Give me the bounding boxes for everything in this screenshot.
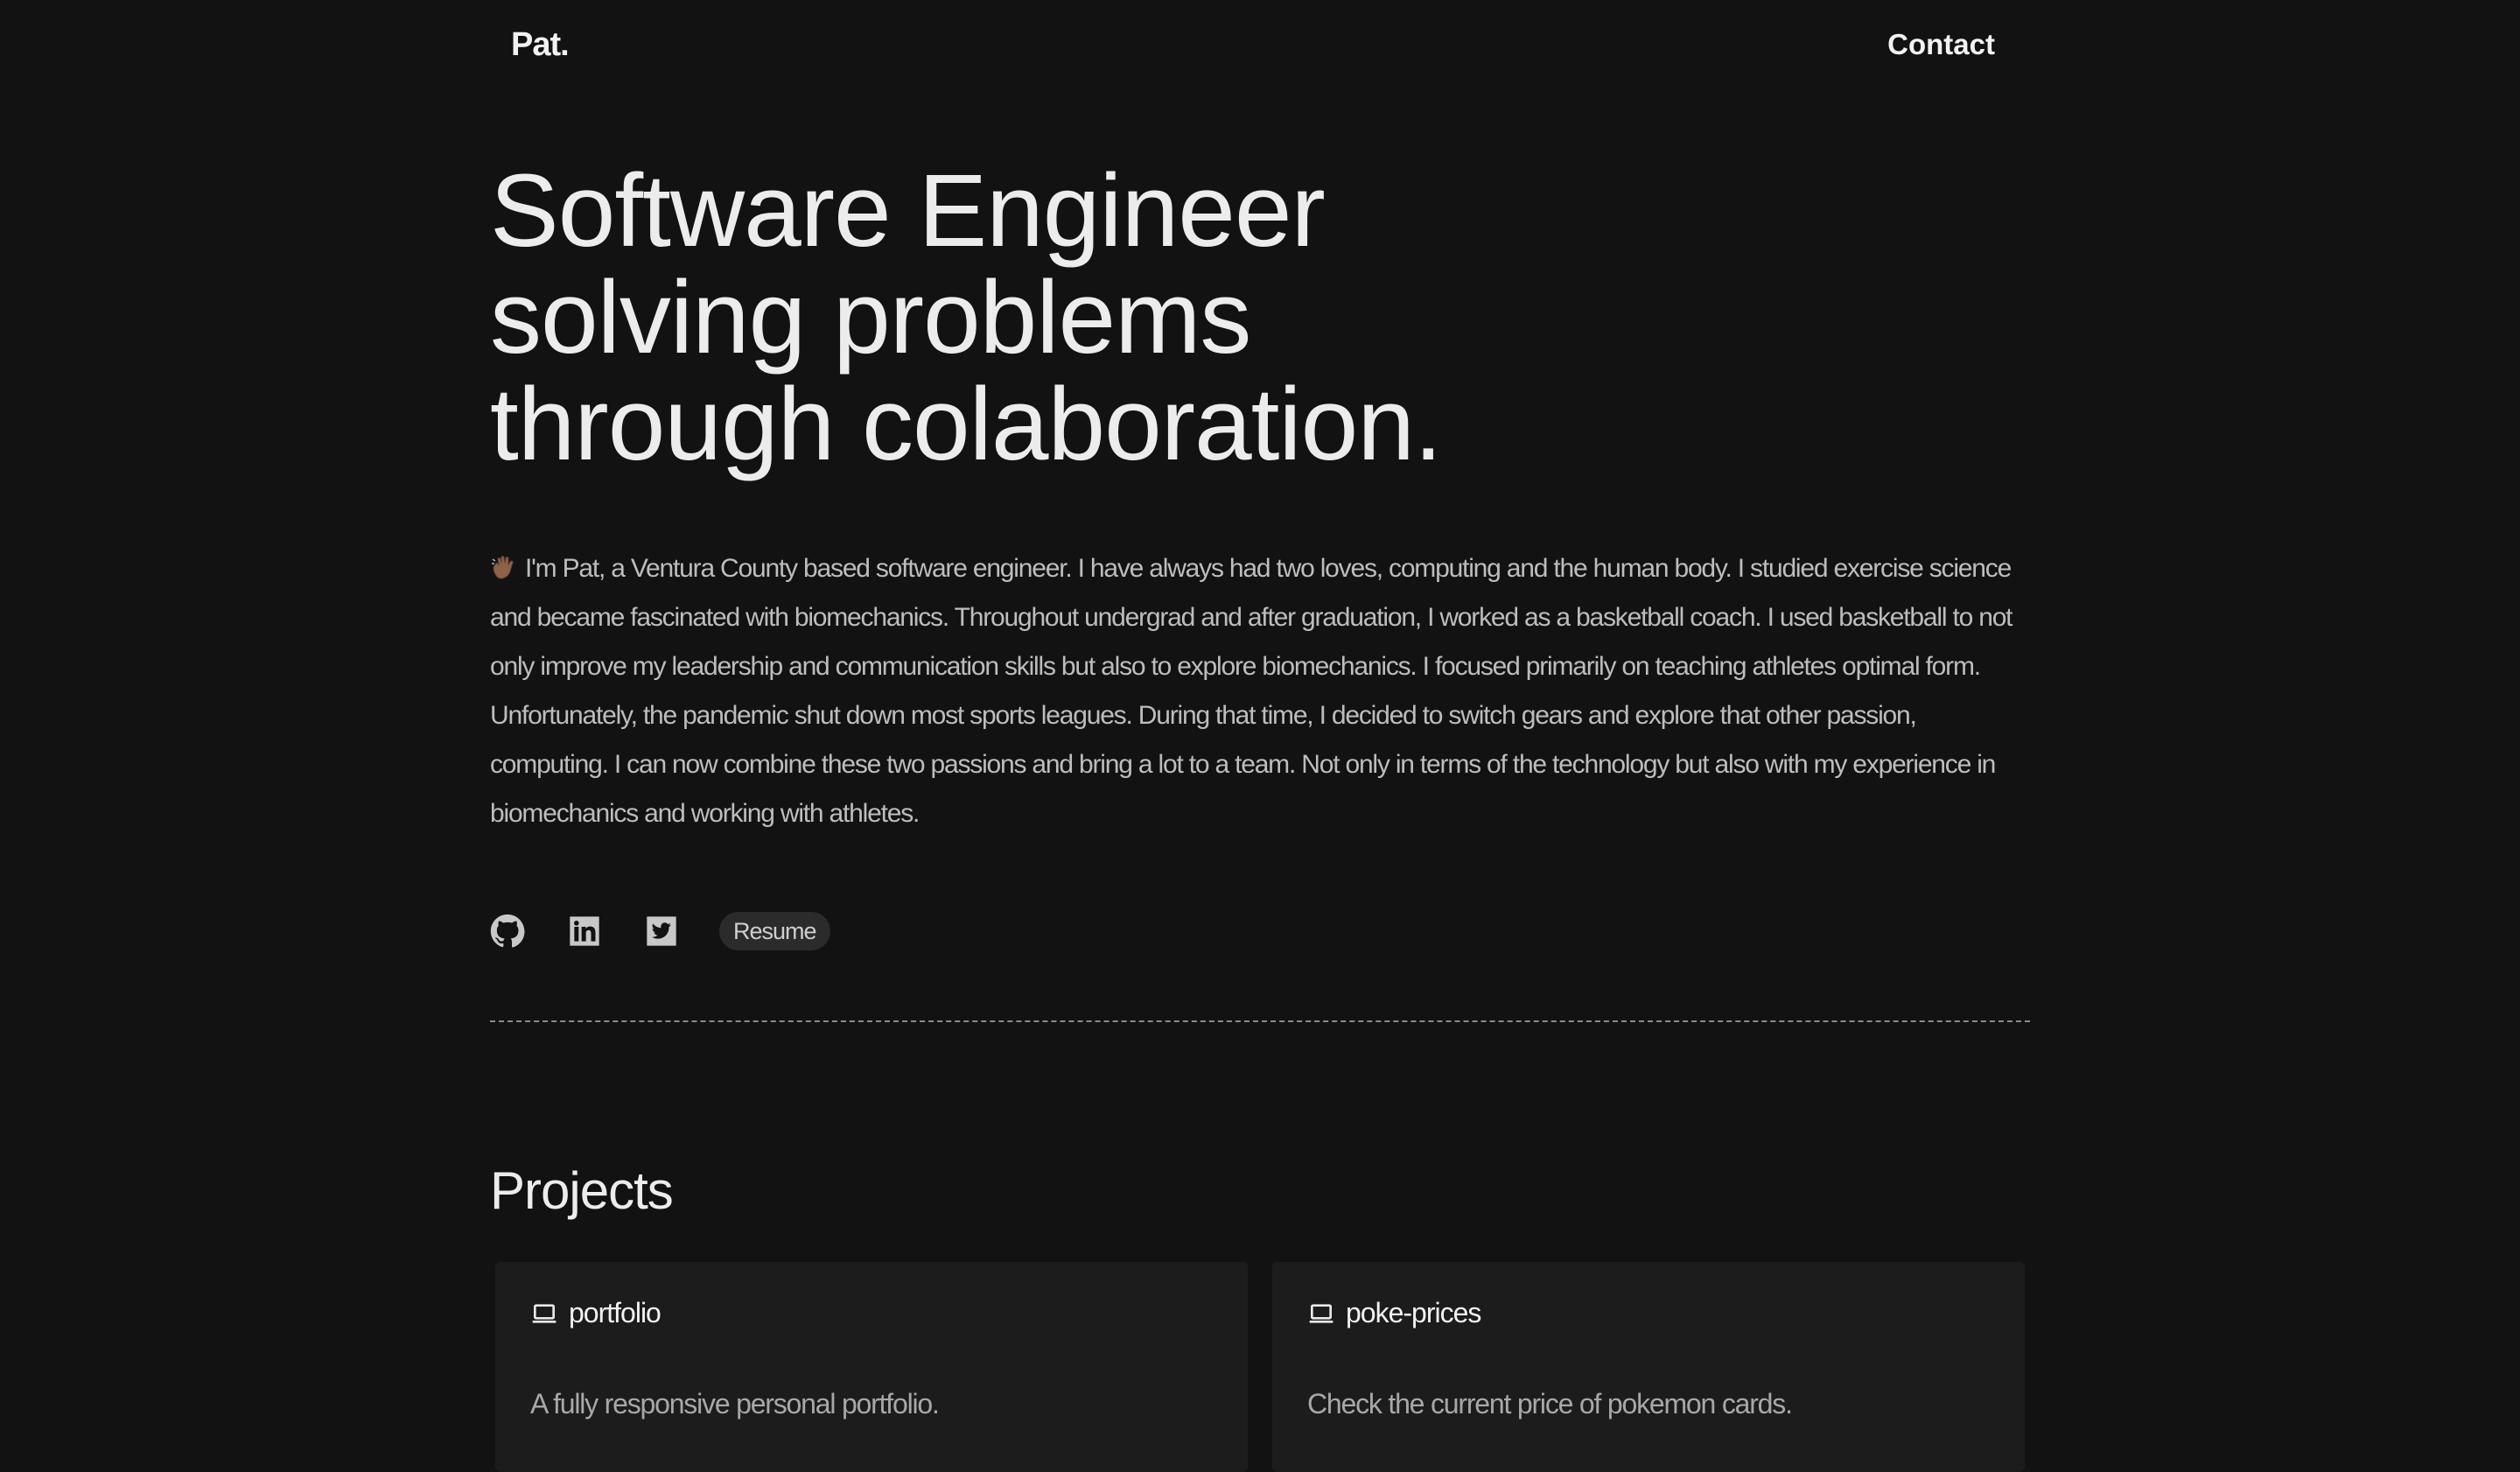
project-name: portfolio bbox=[569, 1297, 662, 1328]
contact-link[interactable]: Contact bbox=[1887, 28, 1995, 61]
linkedin-icon[interactable] bbox=[567, 914, 602, 949]
social-links: Resume bbox=[490, 910, 830, 952]
project-description: Check the current price of pokemon cards… bbox=[1307, 1388, 1793, 1419]
site-logo[interactable]: Pat. bbox=[511, 26, 570, 64]
project-name: poke-prices bbox=[1346, 1297, 1481, 1328]
resume-button[interactable]: Resume bbox=[719, 912, 830, 950]
project-description: A fully responsive personal portfolio. bbox=[530, 1388, 940, 1419]
twitter-icon[interactable] bbox=[644, 914, 679, 949]
project-card-header: portfolio bbox=[530, 1297, 662, 1329]
section-divider bbox=[490, 1020, 2030, 1022]
laptop-icon bbox=[532, 1303, 556, 1323]
projects-heading: Projects bbox=[490, 1161, 674, 1220]
bio-paragraph: I'm Pat, a Ventura County based software… bbox=[490, 544, 2039, 838]
waving-hand-icon bbox=[490, 548, 516, 579]
laptop-icon bbox=[1309, 1303, 1334, 1323]
hero-line-2: solving problems bbox=[490, 260, 1251, 375]
bio-text: I'm Pat, a Ventura County based software… bbox=[490, 554, 2013, 828]
page-container: Pat. Contact Software Engineer solving p… bbox=[490, 0, 2030, 1472]
github-icon[interactable] bbox=[490, 914, 525, 949]
hero-line-3: through colaboration. bbox=[490, 367, 1443, 482]
hero-line-1: Software Engineer bbox=[490, 153, 1326, 269]
project-card-header: poke-prices bbox=[1307, 1297, 1481, 1329]
project-card-poke-prices[interactable]: poke-prices Check the current price of p… bbox=[1272, 1262, 2025, 1472]
hero-heading: Software Engineer solving problems throu… bbox=[490, 158, 1715, 478]
project-card-portfolio[interactable]: portfolio A fully responsive personal po… bbox=[495, 1262, 1248, 1472]
